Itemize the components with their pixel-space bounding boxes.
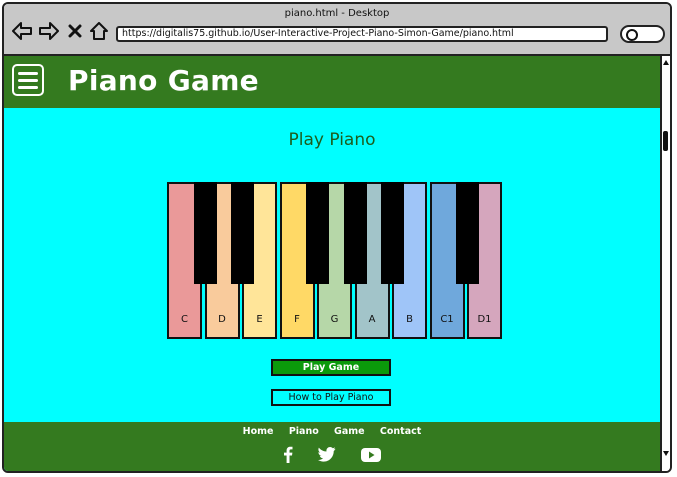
scroll-down-icon[interactable] (663, 451, 669, 456)
piano-key-label: F (294, 314, 300, 325)
piano-key-g-sharp[interactable] (343, 182, 367, 284)
site-brand[interactable]: Piano Game (68, 64, 259, 97)
twitter-icon[interactable] (318, 447, 336, 466)
youtube-icon[interactable] (361, 447, 382, 466)
piano-keyboard: C D E F G A B C1 D1 (167, 182, 503, 341)
piano-key-c-sharp[interactable] (193, 182, 217, 284)
footer-nav: Home Piano Game Contact (4, 426, 660, 437)
footer-link-piano[interactable]: Piano (289, 426, 319, 437)
footer-link-home[interactable]: Home (243, 426, 274, 437)
piano-key-label: C (181, 314, 188, 325)
search-icon (626, 29, 638, 41)
piano-key-c1-sharp[interactable] (456, 182, 479, 284)
browser-chrome: piano.html - Desktop https://digitalis75… (4, 4, 670, 56)
close-icon[interactable] (68, 20, 82, 42)
hamburger-menu-icon[interactable] (12, 64, 44, 96)
site-header: Piano Game (4, 56, 660, 108)
window-title: piano.html - Desktop (284, 8, 390, 19)
piano-key-d-sharp[interactable] (231, 182, 254, 284)
play-game-button[interactable]: Play Game (271, 359, 391, 376)
back-arrow-icon[interactable] (12, 20, 32, 42)
page-viewport: Piano Game Play Piano C D E F G A B C1 D1 Play G… (4, 56, 660, 471)
footer-link-contact[interactable]: Contact (380, 426, 421, 437)
scroll-up-icon[interactable] (663, 60, 669, 65)
piano-key-label: G (330, 314, 339, 325)
piano-key-label: E (256, 314, 263, 325)
piano-key-label: B (406, 314, 413, 325)
home-icon[interactable] (90, 20, 108, 42)
piano-key-label: D (218, 314, 226, 325)
how-to-play-button[interactable]: How to Play Piano (271, 389, 391, 406)
browser-search-box[interactable] (620, 25, 665, 43)
piano-key-f-sharp[interactable] (306, 182, 329, 284)
page-title: Play Piano (288, 130, 376, 150)
piano-key-a-sharp[interactable] (381, 182, 404, 284)
browser-window: piano.html - Desktop https://digitalis75… (2, 2, 672, 473)
piano-key-label: C1 (440, 314, 454, 325)
piano-key-label: D1 (477, 314, 492, 325)
vertical-scrollbar[interactable] (660, 56, 670, 471)
footer-link-game[interactable]: Game (334, 426, 365, 437)
site-footer: Home Piano Game Contact (4, 422, 660, 471)
scroll-thumb[interactable] (663, 131, 668, 151)
piano-key-label: A (368, 314, 376, 325)
social-links (4, 446, 660, 467)
forward-arrow-icon[interactable] (39, 20, 59, 42)
address-bar[interactable]: https://digitalis75.github.io/User-Inter… (116, 26, 608, 42)
facebook-icon[interactable] (283, 446, 293, 467)
